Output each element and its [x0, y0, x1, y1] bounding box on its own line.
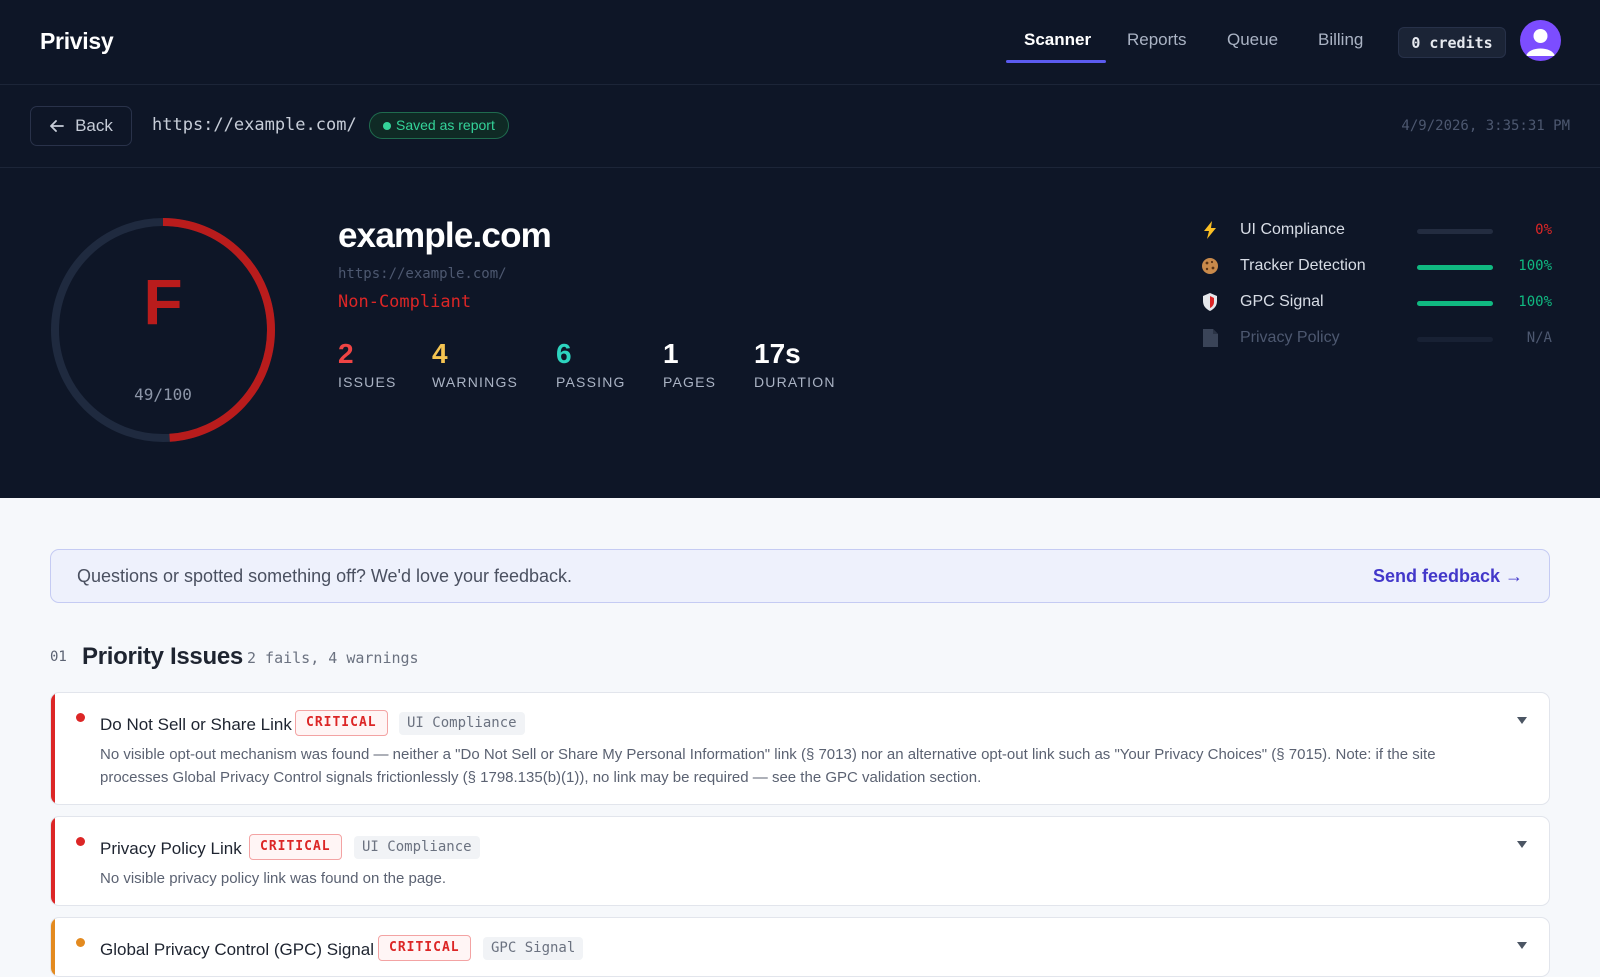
severity-bar — [51, 918, 55, 976]
saved-status-badge: Saved as report — [369, 112, 509, 139]
category-tracker-detection: Tracker Detection 100% — [1200, 255, 1552, 279]
tab-scanner[interactable]: Scanner — [1024, 30, 1091, 50]
severity-dot — [76, 938, 85, 947]
issue-card[interactable]: Privacy Policy Link CRITICAL UI Complian… — [50, 816, 1550, 906]
scan-summary: F 49/100 example.com https://example.com… — [0, 168, 1600, 498]
category-percent: 0% — [1535, 222, 1552, 238]
category-privacy-policy: Privacy Policy N/A — [1200, 327, 1552, 351]
issue-description: No visible opt-out mechanism was found —… — [100, 746, 1436, 786]
category-ui-compliance: UI Compliance 0% — [1200, 219, 1552, 243]
severity-bar — [51, 817, 55, 905]
category-bar — [1417, 337, 1493, 342]
chevron-down-icon[interactable] — [1515, 938, 1529, 952]
category-percent: 100% — [1518, 294, 1552, 310]
category-bar-fill — [1417, 265, 1493, 270]
chevron-down-icon[interactable] — [1515, 713, 1529, 727]
category-percent: N/A — [1526, 330, 1552, 346]
issue-title: Global Privacy Control (GPC) Signal — [100, 940, 374, 959]
scan-timestamp: 4/9/2026, 3:35:31 PM — [1401, 118, 1570, 134]
category-label: GPC Signal — [1240, 293, 1324, 310]
stat-value: 6 — [556, 338, 572, 369]
stat-value: 4 — [432, 338, 448, 369]
category-label: Privacy Policy — [1240, 329, 1340, 346]
tab-reports[interactable]: Reports — [1127, 30, 1187, 50]
stat-label: PASSING — [556, 374, 626, 390]
lightning-icon — [1200, 220, 1220, 240]
avatar[interactable] — [1520, 20, 1561, 61]
document-icon — [1200, 328, 1220, 348]
back-label: Back — [75, 116, 113, 135]
stat-duration: 17s DURATION — [754, 338, 836, 390]
category-badge: UI Compliance — [399, 712, 525, 735]
score-gauge: F 49/100 — [48, 215, 278, 445]
active-tab-indicator — [1006, 60, 1106, 63]
category-bar — [1417, 229, 1493, 234]
section-number: 01 — [50, 649, 67, 665]
cookie-icon — [1200, 256, 1220, 276]
user-icon — [1526, 29, 1555, 56]
compliance-status: Non-Compliant — [338, 292, 472, 312]
grade-letter: F — [143, 266, 183, 338]
stat-warnings: 4 WARNINGS — [432, 338, 518, 390]
stat-issues: 2 ISSUES — [338, 338, 397, 390]
stat-label: ISSUES — [338, 374, 397, 390]
category-badge: UI Compliance — [354, 836, 480, 859]
stat-pages: 1 PAGES — [663, 338, 716, 390]
category-label: UI Compliance — [1240, 221, 1345, 238]
feedback-banner: Questions or spotted something off? We'd… — [50, 549, 1550, 603]
severity-dot — [76, 837, 85, 846]
section-subtitle: 2 fails, 4 warnings — [247, 649, 419, 667]
score-text: 49/100 — [134, 385, 192, 404]
issue-description: No visible privacy policy link was found… — [100, 870, 447, 887]
feedback-text: Questions or spotted something off? We'd… — [77, 566, 573, 586]
stat-label: PAGES — [663, 374, 717, 390]
stat-value: 2 — [338, 338, 354, 369]
site-url: https://example.com/ — [338, 266, 507, 282]
issue-card[interactable]: Global Privacy Control (GPC) Signal CRIT… — [50, 917, 1550, 977]
site-title: example.com — [338, 216, 552, 255]
send-feedback-link[interactable]: Send feedback → — [1373, 566, 1523, 587]
arrow-left-icon — [50, 120, 64, 132]
severity-badge: CRITICAL — [249, 834, 342, 860]
category-bar — [1417, 301, 1493, 306]
issue-title: Privacy Policy Link — [100, 839, 242, 858]
brand-logo[interactable]: Privisy — [40, 28, 114, 55]
stat-label: DURATION — [754, 374, 836, 390]
severity-badge: CRITICAL — [295, 710, 388, 736]
scan-toolbar: Back https://example.com/ Saved as repor… — [0, 85, 1600, 168]
category-bar-fill — [1417, 301, 1493, 306]
issue-card[interactable]: Do Not Sell or Share Link CRITICAL UI Co… — [50, 692, 1550, 805]
tab-queue[interactable]: Queue — [1227, 30, 1278, 50]
severity-dot — [76, 713, 85, 722]
category-label: Tracker Detection — [1240, 257, 1366, 274]
stat-value: 17s — [754, 338, 801, 369]
category-bar — [1417, 265, 1493, 270]
scanned-url: https://example.com/ — [152, 115, 357, 135]
stat-value: 1 — [663, 338, 679, 369]
chevron-down-icon[interactable] — [1515, 837, 1529, 851]
tab-billing[interactable]: Billing — [1318, 30, 1363, 50]
credits-button[interactable]: 0 credits — [1398, 27, 1506, 58]
stat-passing: 6 PASSING — [556, 338, 626, 390]
severity-badge: CRITICAL — [378, 935, 471, 961]
section-title: Priority Issues — [82, 643, 243, 670]
top-nav: Privisy Scanner Reports Queue Billing 0 … — [0, 0, 1600, 85]
category-percent: 100% — [1518, 258, 1552, 274]
category-gpc-signal: GPC Signal 100% — [1200, 291, 1552, 315]
stat-label: WARNINGS — [432, 374, 519, 390]
back-button[interactable]: Back — [30, 106, 132, 146]
severity-bar — [51, 693, 55, 804]
shield-icon — [1200, 292, 1220, 312]
issue-title: Do Not Sell or Share Link — [100, 715, 292, 734]
